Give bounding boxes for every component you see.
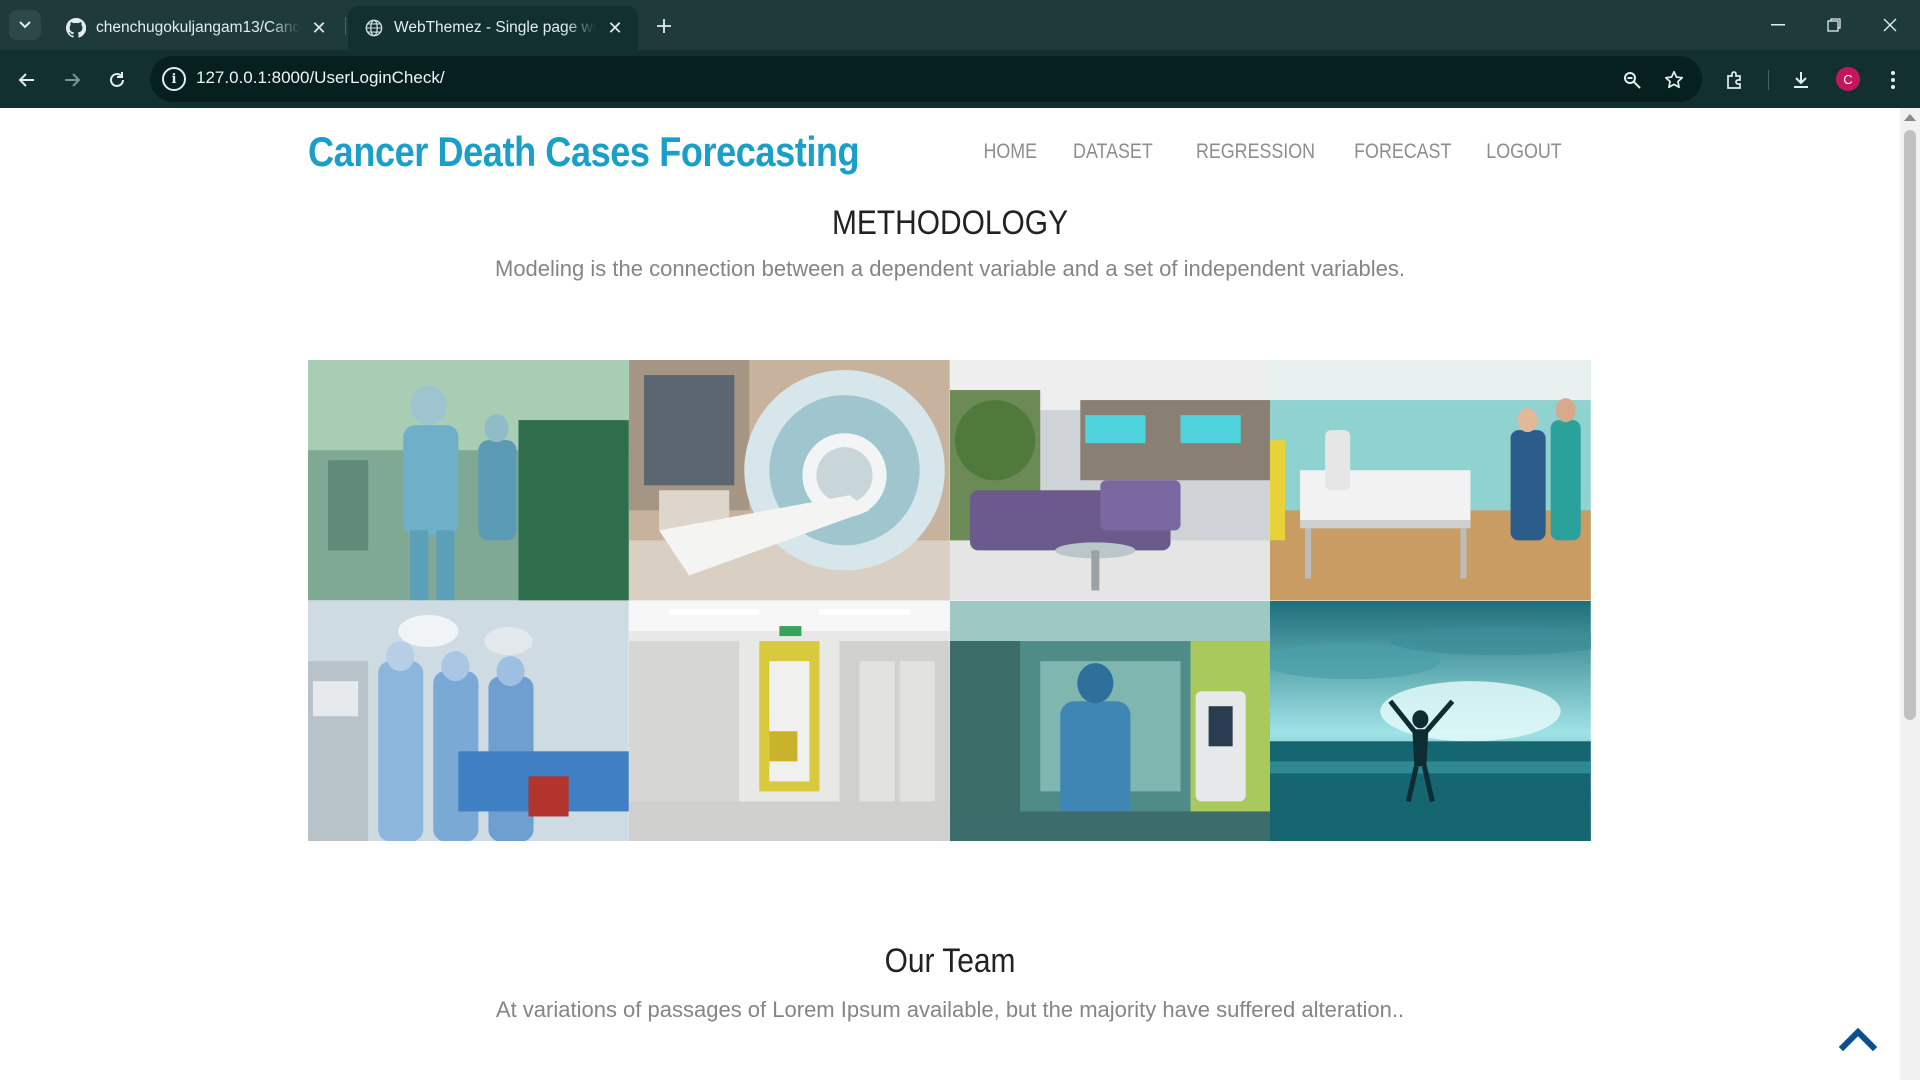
methodology-title: METHODOLOGY bbox=[831, 204, 1069, 242]
site-info-icon[interactable]: i bbox=[162, 67, 186, 91]
nav-regression[interactable]: REGRESSION bbox=[1196, 140, 1315, 164]
bookmark-star-icon[interactable] bbox=[1662, 68, 1686, 92]
nav-logout[interactable]: LOGOUT bbox=[1487, 140, 1562, 164]
minimize-icon bbox=[1771, 24, 1785, 26]
tab-webthemez[interactable]: WebThemez - Single page website ✕ bbox=[348, 6, 638, 50]
downloads-button[interactable] bbox=[1784, 63, 1818, 97]
restore-button[interactable] bbox=[1806, 0, 1862, 50]
zoom-icon[interactable] bbox=[1620, 68, 1644, 92]
scroll-to-top-button[interactable] bbox=[1838, 1020, 1878, 1054]
browser-menu-button[interactable] bbox=[1876, 63, 1910, 97]
nav-dataset[interactable]: DATASET bbox=[1073, 140, 1153, 164]
extensions-button[interactable] bbox=[1718, 63, 1752, 97]
kebab-menu-icon bbox=[1891, 71, 1895, 89]
scrollbar-thumb[interactable] bbox=[1904, 130, 1916, 720]
arrow-left-icon bbox=[18, 73, 34, 87]
surgical-team-photo[interactable] bbox=[308, 600, 629, 841]
team-subtitle: At variations of passages of Lorem Ipsum… bbox=[495, 997, 1405, 1022]
nav-home[interactable]: HOME bbox=[984, 140, 1038, 164]
surgeons-operating-room-photo[interactable] bbox=[308, 360, 629, 601]
scroll-up-arrow-icon[interactable] bbox=[1904, 114, 1916, 121]
restore-icon bbox=[1827, 18, 1841, 32]
minimize-button[interactable] bbox=[1750, 0, 1806, 50]
chevron-down-icon bbox=[19, 21, 31, 29]
new-tab-button[interactable] bbox=[650, 12, 678, 40]
nav-forecast[interactable]: FORECAST bbox=[1354, 140, 1451, 164]
page-scrollbar[interactable] bbox=[1900, 108, 1920, 1080]
person-on-beach-photo[interactable] bbox=[1270, 600, 1591, 841]
tab-divider bbox=[345, 17, 346, 35]
doctor-in-corridor-photo[interactable] bbox=[949, 600, 1271, 841]
plus-icon bbox=[657, 19, 671, 33]
close-icon[interactable]: ✕ bbox=[604, 17, 626, 39]
close-icon bbox=[1883, 18, 1897, 32]
url-text: 127.0.0.1:8000/UserLoginCheck/ bbox=[196, 68, 445, 87]
site-brand[interactable]: Cancer Death Cases Forecasting bbox=[308, 128, 860, 176]
page-viewport: Cancer Death Cases Forecasting HOME DATA… bbox=[0, 108, 1900, 1078]
download-icon bbox=[1794, 72, 1808, 88]
team-title: Our Team bbox=[884, 942, 1016, 980]
methodology-gallery bbox=[308, 360, 1591, 841]
main-nav: HOME DATASET REGRESSION FORECAST LOGOUT bbox=[952, 140, 1562, 164]
toolbar-divider bbox=[1768, 70, 1769, 90]
puzzle-icon bbox=[1727, 71, 1741, 89]
hospital-corridor-photo[interactable] bbox=[628, 600, 950, 841]
github-icon bbox=[66, 18, 86, 38]
reload-button[interactable] bbox=[100, 63, 134, 97]
hospital-lobby-photo[interactable] bbox=[949, 360, 1271, 601]
chevron-up-icon bbox=[1838, 1027, 1878, 1052]
mri-scanner-photo[interactable] bbox=[628, 360, 950, 601]
browser-toolbar: i 127.0.0.1:8000/UserLoginCheck/ bbox=[0, 50, 1920, 108]
arrow-right-icon bbox=[65, 73, 81, 87]
globe-icon bbox=[364, 18, 384, 38]
tab-title: chenchugokuljangam13/Cancer-Death-Cases-… bbox=[96, 19, 300, 36]
profile-avatar[interactable]: C bbox=[1836, 67, 1860, 91]
forward-button[interactable] bbox=[55, 63, 89, 97]
address-bar[interactable]: i 127.0.0.1:8000/UserLoginCheck/ bbox=[150, 56, 1702, 102]
reload-icon bbox=[110, 72, 124, 87]
close-window-button[interactable] bbox=[1862, 0, 1918, 50]
close-icon[interactable]: ✕ bbox=[308, 17, 330, 39]
browser-tabstrip: chenchugokuljangam13/Cancer-Death-Cases-… bbox=[0, 0, 1920, 50]
tab-github[interactable]: chenchugokuljangam13/Cancer-Death-Cases-… bbox=[50, 6, 342, 50]
methodology-subtitle: Modeling is the connection between a dep… bbox=[495, 256, 1405, 281]
tab-title: WebThemez - Single page website bbox=[394, 19, 596, 36]
tab-search-button[interactable] bbox=[9, 10, 41, 40]
back-button[interactable] bbox=[10, 63, 44, 97]
hospital-ward-photo[interactable] bbox=[1270, 360, 1591, 601]
